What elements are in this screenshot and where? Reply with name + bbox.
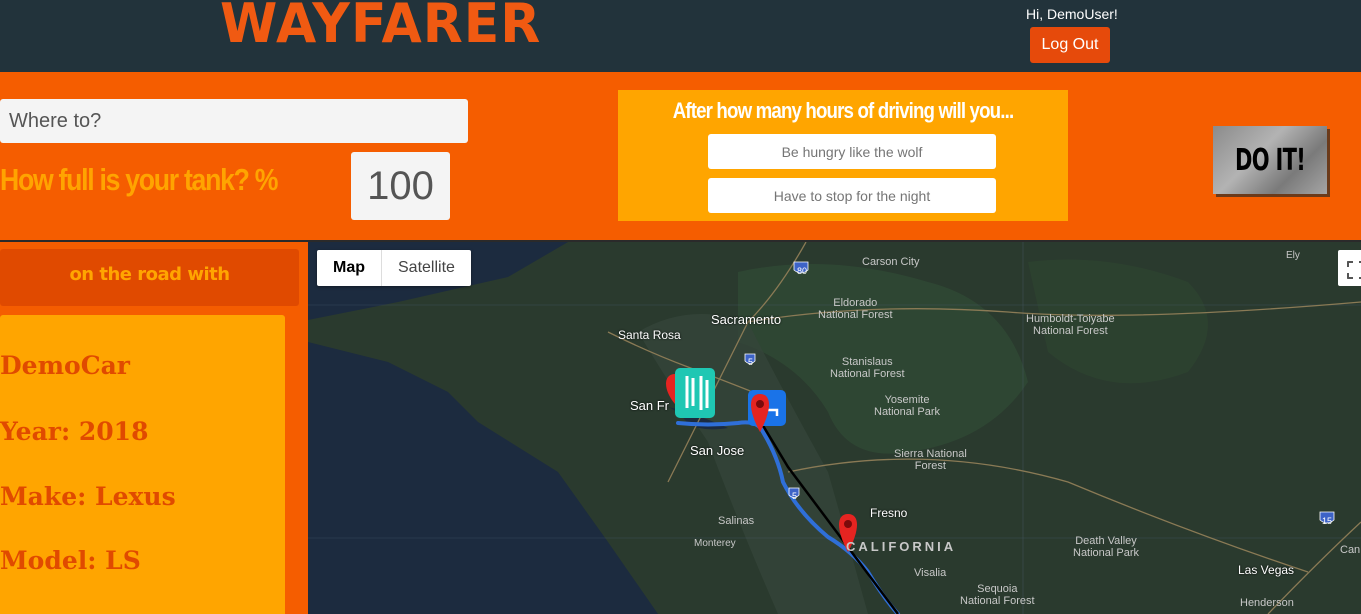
user-greeting: Hi, DemoUser!	[1026, 6, 1118, 22]
car-model: Model: LS	[0, 546, 141, 575]
do-it-label: DO IT!	[1234, 142, 1306, 178]
map-label-ely: Ely	[1286, 250, 1300, 261]
map-type-satellite-button[interactable]: Satellite	[382, 250, 471, 286]
map-label-fresno: Fresno	[870, 506, 908, 520]
map-label-humboldt: Humboldt-Toiyabe National Forest	[1026, 313, 1115, 337]
fullscreen-icon	[1347, 261, 1361, 279]
route-shield-label: 15	[1322, 516, 1333, 526]
map-label-sacramento: Sacramento	[711, 312, 782, 327]
top-navbar: WAYFARER Hi, DemoUser! Log Out	[0, 0, 1361, 72]
map-label-henderson: Henderson	[1240, 597, 1294, 609]
car-name: DemoCar	[0, 351, 130, 380]
map-type-control: Map Satellite	[317, 250, 471, 286]
map-label-california: CALIFORNIA	[846, 539, 957, 554]
map-label-san-francisco: San Fr	[630, 398, 670, 413]
app-logo[interactable]: WAYFARER	[220, 0, 541, 56]
hungry-hours-input[interactable]	[708, 134, 996, 169]
map-label-sierra: Sierra National Forest	[894, 448, 967, 472]
map-label-death-valley: Death Valley National Park	[1073, 535, 1140, 559]
night-hours-input[interactable]	[708, 178, 996, 213]
destination-input[interactable]	[0, 99, 468, 143]
map-label-yosemite: Yosemite National Park	[874, 394, 941, 418]
car-make: Make: Lexus	[0, 482, 176, 511]
car-details-panel: DemoCar Year: 2018 Make: Lexus Model: LS	[0, 315, 285, 614]
map-label-canyon: Can	[1340, 544, 1361, 556]
do-it-button[interactable]: DO IT!	[1213, 126, 1327, 194]
fullscreen-button[interactable]	[1338, 250, 1361, 286]
tank-percent-input[interactable]	[351, 152, 450, 220]
map-label-monterey: Monterey	[694, 538, 736, 549]
map-label-visalia: Visalia	[914, 567, 947, 579]
map-type-map-button[interactable]: Map	[317, 250, 382, 286]
driving-hours-panel: After how many hours of driving will you…	[618, 90, 1068, 221]
map-label-carson-city: Carson City	[862, 256, 920, 268]
route-shield-label: 5	[792, 491, 798, 501]
map-label-las-vegas: Las Vegas	[1238, 563, 1295, 577]
tank-label: How full is your tank? %	[0, 162, 278, 197]
driving-hours-title: After how many hours of driving will you…	[672, 98, 1014, 123]
car-sidebar: on the road with DemoCar Year: 2018 Make…	[0, 242, 308, 614]
food-marker-icon	[675, 368, 715, 418]
route-shield-label: 80	[797, 266, 808, 276]
map-label-salinas: Salinas	[718, 515, 755, 527]
logout-button[interactable]: Log Out	[1030, 27, 1110, 63]
map-label-sequoia: Sequoia National Forest	[960, 583, 1035, 607]
route-map[interactable]: 80 5 5 15 Carson City Ely Eldorado Natio…	[308, 242, 1361, 614]
trip-form: How full is your tank? % After how many …	[0, 72, 1361, 242]
map-label-stanislaus: Stanislaus National Forest	[830, 356, 905, 380]
map-label-eldorado: Eldorado National Forest	[818, 297, 893, 321]
map-label-san-jose: San Jose	[690, 443, 745, 458]
map-label-santa-rosa: Santa Rosa	[618, 328, 681, 342]
car-year: Year: 2018	[0, 417, 149, 446]
route-shield-label: 5	[748, 357, 754, 367]
on-the-road-header: on the road with	[0, 249, 299, 306]
